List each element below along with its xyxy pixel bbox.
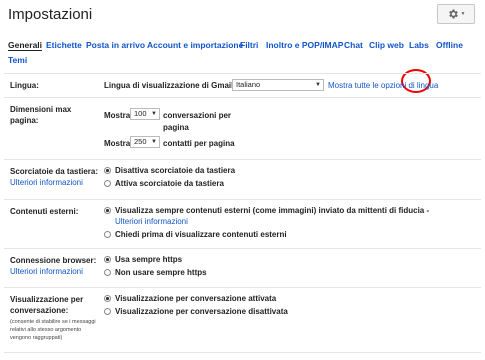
shortcuts-more-info-link[interactable]: Ulteriori informazioni <box>10 178 83 187</box>
tab-clip-web[interactable]: Clip web <box>369 40 404 50</box>
language-label: Lingua: <box>10 81 39 90</box>
page-title: Impostazioni <box>8 6 93 23</box>
chevron-down-icon: ▼ <box>151 139 157 145</box>
divider <box>4 352 481 353</box>
conversation-view-on-label: Visualizzazione per conversazione attiva… <box>115 294 277 303</box>
gear-icon <box>447 8 459 20</box>
divider <box>4 97 481 98</box>
show-label: Mostra <box>104 139 131 148</box>
settings-button[interactable]: ▼ <box>437 4 475 24</box>
browser-more-info-link[interactable]: Ulteriori informazioni <box>10 267 83 276</box>
tab-offline[interactable]: Offline <box>436 40 463 50</box>
divider <box>4 199 481 200</box>
divider <box>4 159 481 160</box>
tab-filtri[interactable]: Filtri <box>240 40 258 50</box>
tab-posta-in-arrivo[interactable]: Posta in arrivo <box>86 40 145 50</box>
tab-etichette[interactable]: Etichette <box>46 40 82 50</box>
external-always-label: Visualizza sempre contenuti esterni (com… <box>115 206 430 215</box>
contacts-suffix: contatti per pagina <box>163 139 235 148</box>
conversation-view-off-label: Visualizzazione per conversazione disatt… <box>115 307 288 316</box>
page-size-label: Dimensioni max pagina: <box>10 105 72 125</box>
shortcuts-off-radio[interactable] <box>104 167 111 174</box>
shortcuts-on-radio[interactable] <box>104 180 111 187</box>
conversations-select-value: 100 <box>134 109 147 118</box>
tab-inoltro-pop-imap[interactable]: Inoltro e POP/IMAP <box>266 40 343 50</box>
contacts-select-value: 250 <box>134 137 147 146</box>
https-never-label: Non usare sempre https <box>115 268 207 277</box>
language-field-label: Lingua di visualizzazione di Gmail: <box>104 81 237 90</box>
contacts-per-page-select[interactable]: 250 ▼ <box>130 136 160 148</box>
external-always-radio[interactable] <box>104 207 111 214</box>
divider <box>4 248 481 249</box>
https-always-label: Usa sempre https <box>115 255 183 264</box>
conversation-view-note: (consente di stabilire se i messaggi rel… <box>10 319 96 341</box>
divider <box>4 73 481 74</box>
conversation-view-label: Visualizzazione per conversazione: <box>10 295 84 315</box>
chevron-down-icon: ▼ <box>460 11 466 17</box>
external-more-info-link[interactable]: Ulteriori informazioni <box>115 217 188 226</box>
tab-labs[interactable]: Labs <box>409 40 429 50</box>
language-select-value: Italiano <box>236 80 261 89</box>
conversations-suffix: conversazioni per pagina <box>163 111 232 132</box>
conversation-view-off-radio[interactable] <box>104 308 111 315</box>
external-ask-label: Chiedi prima di visualizzare contenuti e… <box>115 230 287 239</box>
tab-generali[interactable]: Generali <box>8 40 43 51</box>
shortcuts-on-label: Attiva scorciatoie da tastiera <box>115 179 224 188</box>
tab-chat[interactable]: Chat <box>344 40 363 50</box>
conversations-per-page-select[interactable]: 100 ▼ <box>130 108 160 120</box>
conversation-view-on-radio[interactable] <box>104 295 111 302</box>
shortcuts-label: Scorciatoie da tastiera: <box>10 167 99 176</box>
external-ask-radio[interactable] <box>104 231 111 238</box>
external-content-label: Contenuti esterni: <box>10 207 79 216</box>
https-never-radio[interactable] <box>104 269 111 276</box>
all-language-options-link[interactable]: Mostra tutte le opzioni di lingua <box>328 81 438 90</box>
tab-temi[interactable]: Temi <box>8 55 27 65</box>
language-select[interactable]: Italiano ▼ <box>232 79 324 91</box>
chevron-down-icon: ▼ <box>151 111 157 117</box>
shortcuts-off-label: Disattiva scorciatoie da tastiera <box>115 166 236 175</box>
https-always-radio[interactable] <box>104 256 111 263</box>
chevron-down-icon: ▼ <box>315 82 321 88</box>
tab-account-importazione[interactable]: Account e importazione <box>147 40 243 50</box>
browser-connection-label: Connessione browser: <box>10 256 97 265</box>
divider <box>4 287 481 288</box>
settings-tabs: Generali Etichette Posta in arrivo Accou… <box>0 38 485 93</box>
show-label: Mostra <box>104 111 131 120</box>
